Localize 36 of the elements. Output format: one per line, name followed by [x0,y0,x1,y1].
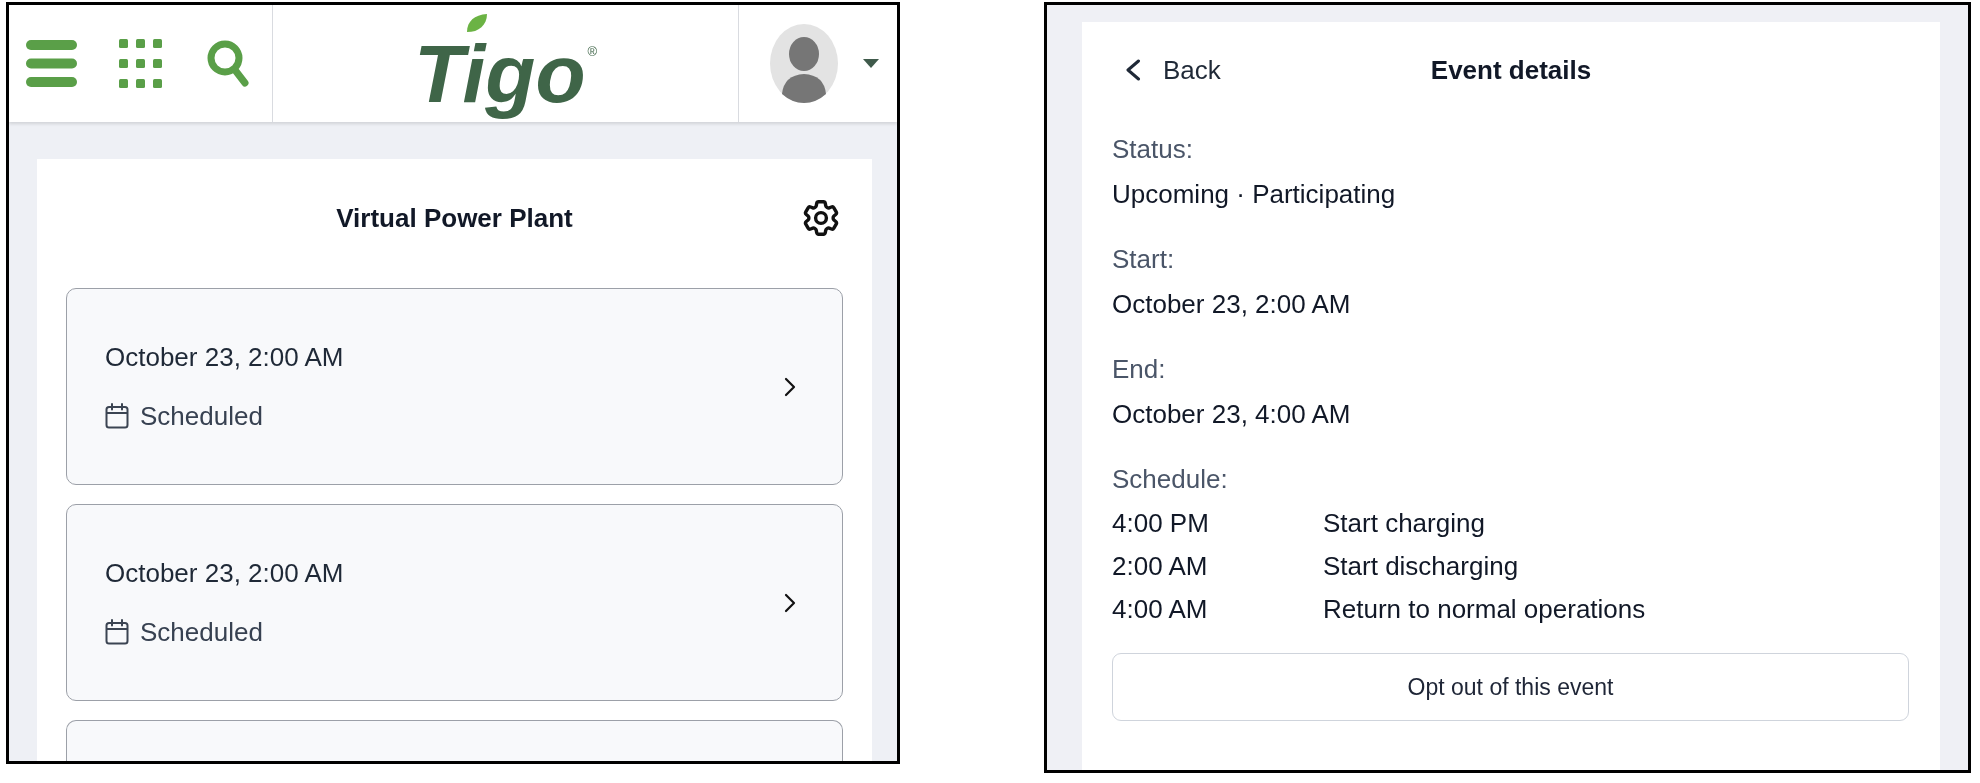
chevron-left-icon [1125,59,1141,81]
event-card[interactable]: October 23, 2:00 AM Scheduled [66,288,843,485]
schedule-action: Start charging [1323,507,1485,540]
menu-icon[interactable] [26,40,77,87]
chevron-right-icon [784,592,796,613]
field-value: October 23, 2:00 AM [1112,288,1351,321]
field-label: Schedule: [1112,463,1228,496]
page-title: Event details [1430,54,1592,87]
chevron-right-icon [784,376,796,397]
calendar-icon [105,619,129,645]
field-value: Upcoming · Participating [1112,178,1396,211]
schedule-time: 2:00 AM [1112,550,1209,583]
field-label: Start: [1112,243,1175,276]
leaf-icon [465,12,488,33]
event-status: Scheduled [140,400,263,433]
schedule-action: Start discharging [1323,550,1519,583]
schedule-time: 4:00 PM [1112,507,1210,540]
schedule-action: Return to normal operations [1323,593,1646,626]
grid-icon[interactable] [119,39,162,88]
search-icon[interactable] [207,39,250,88]
opt-out-button[interactable]: Opt out of this event [1112,653,1909,721]
caret-icon[interactable] [863,59,879,68]
field-label: Status: [1112,133,1193,166]
back-button[interactable]: Back [1125,52,1221,88]
field-label: End: [1112,353,1166,386]
registered-mark: ® [587,44,598,58]
event-status: Scheduled [140,616,263,649]
avatar-icon[interactable] [770,24,838,103]
event-date: October 23, 2:00 AM [105,557,344,590]
settings-icon[interactable] [803,200,839,236]
calendar-icon [105,403,129,429]
page-title: Virtual Power Plant [336,202,573,235]
event-card[interactable]: October 23, 2:00 AM Scheduled [66,504,843,701]
field-value: October 23, 4:00 AM [1112,398,1351,431]
schedule-time: 4:00 AM [1112,593,1209,626]
event-date: October 23, 2:00 AM [105,341,344,374]
